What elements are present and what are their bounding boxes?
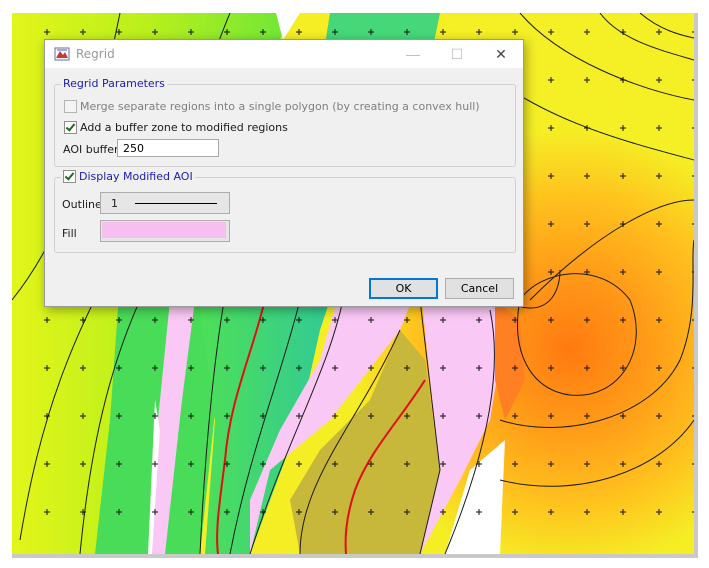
dialog-title: Regrid — [76, 47, 115, 61]
merge-regions-label: Merge separate regions into a single pol… — [80, 100, 480, 113]
maximize-icon: ☐ — [450, 45, 464, 62]
cancel-button[interactable]: Cancel — [445, 278, 514, 299]
display-aoi-legend: Display Modified AOI — [61, 170, 195, 183]
merge-regions-checkbox[interactable] — [64, 100, 77, 113]
display-aoi-label: Display Modified AOI — [79, 170, 193, 183]
display-aoi-group: Display Modified AOI Outline 1 Fill — [54, 170, 516, 253]
aoi-buffer-input[interactable]: 250 — [117, 139, 219, 157]
fill-color-button[interactable] — [100, 220, 230, 242]
title-bar[interactable]: Regrid — ☐ ✕ — [45, 40, 523, 68]
maximize-button[interactable]: ☐ — [435, 40, 479, 68]
regrid-dialog: Regrid — ☐ ✕ Regrid Parameters Merge sep… — [44, 39, 524, 307]
outline-width-value: 1 — [111, 197, 118, 210]
regrid-parameters-legend: Regrid Parameters — [61, 77, 167, 90]
ok-button[interactable]: OK — [369, 278, 438, 299]
close-icon: ✕ — [495, 45, 507, 62]
outline-label: Outline — [62, 198, 102, 211]
aoi-buffer-label: AOI buffer — [63, 143, 119, 156]
fill-label: Fill — [62, 227, 77, 240]
outline-line-preview — [135, 203, 217, 204]
display-aoi-checkbox[interactable] — [63, 170, 76, 183]
buffer-zone-label: Add a buffer zone to modified regions — [80, 121, 288, 134]
minimize-icon: — — [406, 46, 420, 62]
app-icon — [54, 47, 70, 61]
close-button[interactable]: ✕ — [479, 40, 523, 68]
regrid-parameters-group: Regrid Parameters Merge separate regions… — [54, 77, 516, 167]
outline-style-button[interactable]: 1 — [100, 192, 230, 214]
minimize-button[interactable]: — — [391, 40, 435, 68]
buffer-zone-checkbox[interactable] — [64, 121, 77, 134]
fill-color-swatch — [102, 222, 226, 238]
